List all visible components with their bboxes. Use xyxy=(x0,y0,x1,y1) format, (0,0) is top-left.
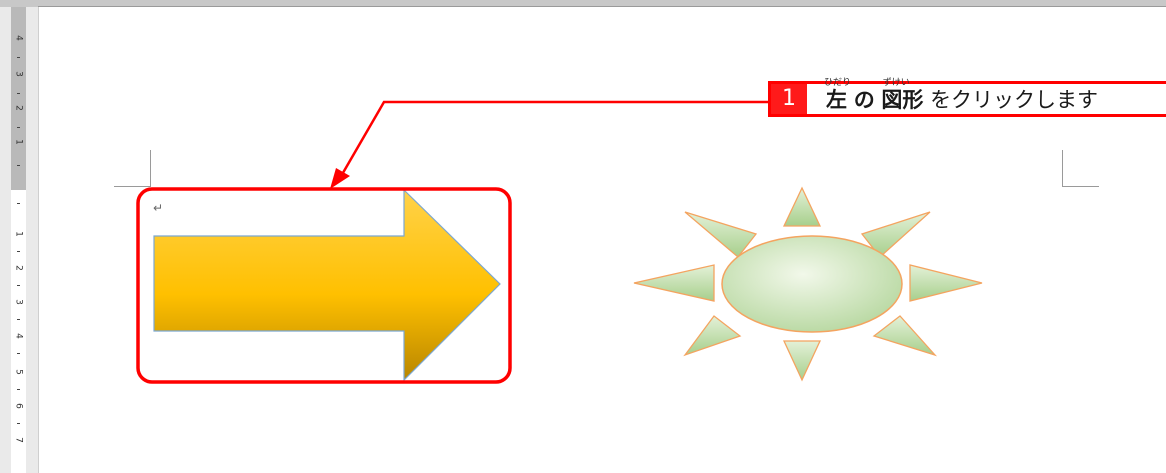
callout-leader-line xyxy=(338,100,768,179)
step-number-badge: 1 xyxy=(771,84,807,114)
callout-text-zukei: 図形 xyxy=(881,88,924,112)
callout-text-left: 左 xyxy=(826,88,847,112)
paragraph-mark: ↵ xyxy=(153,201,164,215)
sun-ray xyxy=(633,264,715,302)
sun-ray xyxy=(683,315,742,357)
sun-ray xyxy=(782,186,822,227)
callout-arrowhead xyxy=(330,168,350,189)
document-canvas xyxy=(136,100,983,384)
sun-ray xyxy=(909,264,983,302)
sun-ray xyxy=(872,315,938,357)
sun-ray xyxy=(782,340,822,382)
ruby-zukei: ずけい xyxy=(882,78,910,88)
step-callout: 1 ひだり 左 の ずけい 図形 をクリックします xyxy=(768,78,1166,117)
callout-word-zukei: ずけい 図形 xyxy=(875,78,930,112)
right-arrow-shape[interactable] xyxy=(153,188,501,382)
sun-ray xyxy=(684,211,758,258)
ruby-hidari: ひだり xyxy=(824,78,852,88)
callout-instruction: ひだり 左 の ずけい 図形 をクリックします xyxy=(824,78,1099,113)
callout-word-left: ひだり 左 xyxy=(824,78,854,112)
callout-text-no: の xyxy=(853,88,875,112)
sun-shape[interactable] xyxy=(633,186,983,382)
callout-text-rest: をクリックします xyxy=(930,88,1099,112)
sun-center xyxy=(721,235,903,333)
